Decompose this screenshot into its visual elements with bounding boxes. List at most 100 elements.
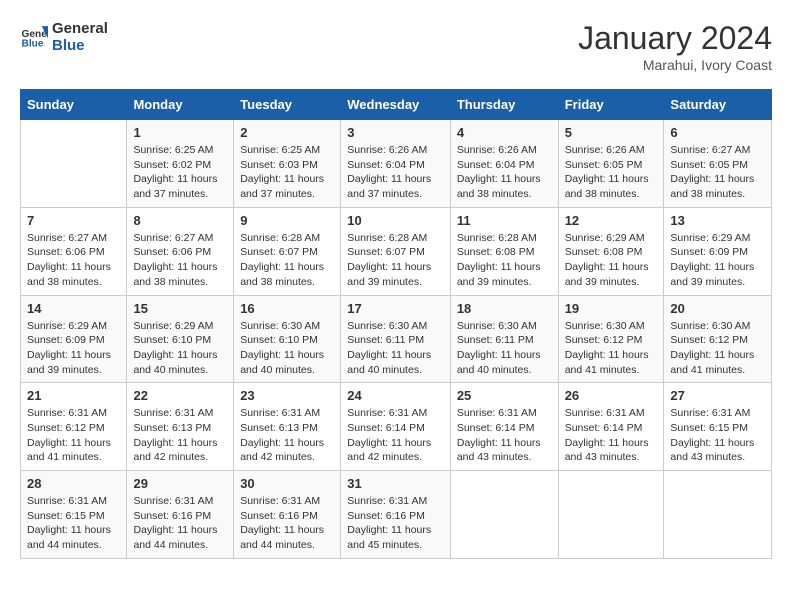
day-number: 16 [240,301,334,316]
day-cell: 25 Sunrise: 6:31 AM Sunset: 6:14 PM Dayli… [450,383,558,471]
day-number: 11 [457,213,552,228]
day-info: Sunrise: 6:31 AM Sunset: 6:14 PM Dayligh… [347,406,444,465]
col-header-tuesday: Tuesday [234,90,341,120]
col-header-saturday: Saturday [664,90,772,120]
day-cell: 21 Sunrise: 6:31 AM Sunset: 6:12 PM Dayli… [21,383,127,471]
day-info: Sunrise: 6:31 AM Sunset: 6:16 PM Dayligh… [133,494,227,553]
day-cell: 7Sunrise: 6:27 AM Sunset: 6:06 PM Daylig… [21,207,127,295]
day-cell: 14 Sunrise: 6:29 AM Sunset: 6:09 PM Dayli… [21,295,127,383]
day-cell: 2Sunrise: 6:25 AM Sunset: 6:03 PM Daylig… [234,120,341,208]
day-cell: 5Sunrise: 6:26 AM Sunset: 6:05 PM Daylig… [558,120,664,208]
day-info: Sunrise: 6:31 AM Sunset: 6:14 PM Dayligh… [457,406,552,465]
day-cell: 27 Sunrise: 6:31 AM Sunset: 6:15 PM Dayli… [664,383,772,471]
day-number: 20 [670,301,765,316]
week-row-5: 28 Sunrise: 6:31 AM Sunset: 6:15 PM Dayli… [21,471,772,559]
day-number: 17 [347,301,444,316]
day-cell: 24Sunrise: 6:31 AM Sunset: 6:14 PM Dayli… [341,383,451,471]
day-cell: 17Sunrise: 6:30 AM Sunset: 6:11 PM Dayli… [341,295,451,383]
day-number: 7 [27,213,120,228]
day-number: 3 [347,125,444,140]
day-cell: 30 Sunrise: 6:31 AM Sunset: 6:16 PM Dayli… [234,471,341,559]
day-info: Sunrise: 6:26 AM Sunset: 6:04 PM Dayligh… [457,143,552,202]
week-row-3: 14 Sunrise: 6:29 AM Sunset: 6:09 PM Dayli… [21,295,772,383]
day-info: Sunrise: 6:29 AM Sunset: 6:09 PM Dayligh… [27,319,120,378]
day-info: Sunrise: 6:27 AM Sunset: 6:05 PM Dayligh… [670,143,765,202]
day-info: Sunrise: 6:31 AM Sunset: 6:14 PM Dayligh… [565,406,658,465]
day-cell: 13 Sunrise: 6:29 AM Sunset: 6:09 PM Dayli… [664,207,772,295]
day-number: 25 [457,388,552,403]
day-info: Sunrise: 6:30 AM Sunset: 6:11 PM Dayligh… [457,319,552,378]
title-block: January 2024 Marahui, Ivory Coast [578,20,772,73]
day-info: Sunrise: 6:30 AM Sunset: 6:12 PM Dayligh… [670,319,765,378]
logo-icon: General Blue [20,23,48,51]
day-cell: 9Sunrise: 6:28 AM Sunset: 6:07 PM Daylig… [234,207,341,295]
day-number: 26 [565,388,658,403]
day-info: Sunrise: 6:31 AM Sunset: 6:13 PM Dayligh… [133,406,227,465]
day-info: Sunrise: 6:25 AM Sunset: 6:03 PM Dayligh… [240,143,334,202]
day-cell: 26 Sunrise: 6:31 AM Sunset: 6:14 PM Dayli… [558,383,664,471]
logo-line1: General [52,20,108,37]
day-cell: 15Sunrise: 6:29 AM Sunset: 6:10 PM Dayli… [127,295,234,383]
day-cell: 23 Sunrise: 6:31 AM Sunset: 6:13 PM Dayli… [234,383,341,471]
week-row-4: 21 Sunrise: 6:31 AM Sunset: 6:12 PM Dayli… [21,383,772,471]
day-info: Sunrise: 6:30 AM Sunset: 6:10 PM Dayligh… [240,319,334,378]
day-info: Sunrise: 6:30 AM Sunset: 6:12 PM Dayligh… [565,319,658,378]
day-number: 18 [457,301,552,316]
day-number: 14 [27,301,120,316]
day-number: 10 [347,213,444,228]
day-cell: 19Sunrise: 6:30 AM Sunset: 6:12 PM Dayli… [558,295,664,383]
day-number: 28 [27,476,120,491]
col-header-sunday: Sunday [21,90,127,120]
day-cell: 10 Sunrise: 6:28 AM Sunset: 6:07 PM Dayli… [341,207,451,295]
day-number: 22 [133,388,227,403]
day-cell: 3 Sunrise: 6:26 AM Sunset: 6:04 PM Daylig… [341,120,451,208]
day-info: Sunrise: 6:28 AM Sunset: 6:07 PM Dayligh… [347,231,444,290]
day-cell [450,471,558,559]
day-cell: 8 Sunrise: 6:27 AM Sunset: 6:06 PM Daylig… [127,207,234,295]
day-cell [664,471,772,559]
day-info: Sunrise: 6:31 AM Sunset: 6:15 PM Dayligh… [27,494,120,553]
day-number: 30 [240,476,334,491]
day-info: Sunrise: 6:31 AM Sunset: 6:16 PM Dayligh… [240,494,334,553]
day-info: Sunrise: 6:26 AM Sunset: 6:04 PM Dayligh… [347,143,444,202]
day-info: Sunrise: 6:29 AM Sunset: 6:08 PM Dayligh… [565,231,658,290]
day-cell [558,471,664,559]
day-info: Sunrise: 6:28 AM Sunset: 6:08 PM Dayligh… [457,231,552,290]
day-number: 8 [133,213,227,228]
day-info: Sunrise: 6:31 AM Sunset: 6:15 PM Dayligh… [670,406,765,465]
day-cell: 4 Sunrise: 6:26 AM Sunset: 6:04 PM Daylig… [450,120,558,208]
page-header: General Blue General Blue January 2024 M… [20,20,772,73]
day-info: Sunrise: 6:29 AM Sunset: 6:09 PM Dayligh… [670,231,765,290]
day-info: Sunrise: 6:25 AM Sunset: 6:02 PM Dayligh… [133,143,227,202]
svg-text:Blue: Blue [22,39,44,50]
day-number: 13 [670,213,765,228]
day-cell: 12Sunrise: 6:29 AM Sunset: 6:08 PM Dayli… [558,207,664,295]
day-info: Sunrise: 6:31 AM Sunset: 6:12 PM Dayligh… [27,406,120,465]
day-cell: 18 Sunrise: 6:30 AM Sunset: 6:11 PM Dayli… [450,295,558,383]
day-number: 1 [133,125,227,140]
col-header-thursday: Thursday [450,90,558,120]
day-number: 5 [565,125,658,140]
day-number: 21 [27,388,120,403]
day-number: 6 [670,125,765,140]
day-cell: 31 Sunrise: 6:31 AM Sunset: 6:16 PM Dayli… [341,471,451,559]
col-header-monday: Monday [127,90,234,120]
day-info: Sunrise: 6:27 AM Sunset: 6:06 PM Dayligh… [133,231,227,290]
day-cell: 29Sunrise: 6:31 AM Sunset: 6:16 PM Dayli… [127,471,234,559]
day-cell: 1 Sunrise: 6:25 AM Sunset: 6:02 PM Daylig… [127,120,234,208]
day-cell: 16 Sunrise: 6:30 AM Sunset: 6:10 PM Dayli… [234,295,341,383]
day-number: 31 [347,476,444,491]
day-cell: 22 Sunrise: 6:31 AM Sunset: 6:13 PM Dayli… [127,383,234,471]
day-info: Sunrise: 6:31 AM Sunset: 6:13 PM Dayligh… [240,406,334,465]
day-cell: 28 Sunrise: 6:31 AM Sunset: 6:15 PM Dayli… [21,471,127,559]
day-info: Sunrise: 6:28 AM Sunset: 6:07 PM Dayligh… [240,231,334,290]
logo: General Blue General Blue [20,20,108,55]
day-number: 4 [457,125,552,140]
month-title: January 2024 [578,20,772,57]
col-header-friday: Friday [558,90,664,120]
calendar-table: SundayMondayTuesdayWednesdayThursdayFrid… [20,89,772,559]
day-number: 27 [670,388,765,403]
day-info: Sunrise: 6:31 AM Sunset: 6:16 PM Dayligh… [347,494,444,553]
day-number: 23 [240,388,334,403]
day-cell: 6 Sunrise: 6:27 AM Sunset: 6:05 PM Daylig… [664,120,772,208]
